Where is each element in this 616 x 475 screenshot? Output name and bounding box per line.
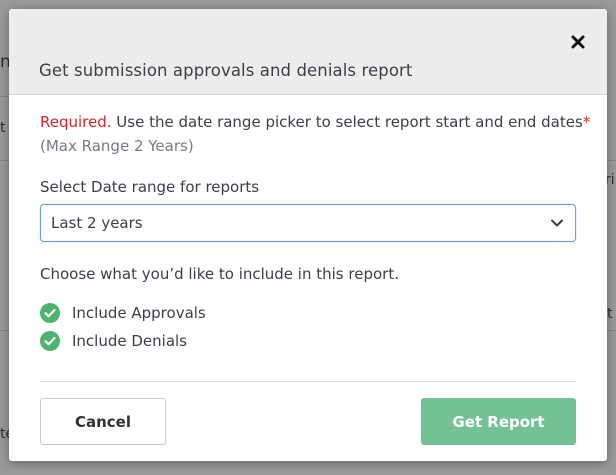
backdrop-divider [606, 330, 616, 331]
include-denials-label: Include Denials [72, 332, 187, 350]
close-icon [571, 35, 585, 49]
date-range-label: Select Date range for reports [40, 178, 260, 196]
modal-title: Get submission approvals and denials rep… [39, 61, 413, 80]
report-modal: Get submission approvals and denials rep… [9, 9, 607, 461]
backdrop-text-fragment: t [607, 306, 613, 322]
required-notice: Required. Use the date range picker to s… [40, 113, 590, 131]
get-report-button[interactable]: Get Report [421, 398, 576, 445]
required-text: Use the date range picker to select repo… [111, 113, 583, 131]
backdrop-divider [606, 160, 616, 161]
check-circle-icon [40, 303, 60, 323]
required-asterisk: * [582, 113, 591, 131]
date-range-select[interactable]: Last 2 years [40, 204, 576, 242]
modal-header: Get submission approvals and denials rep… [9, 9, 607, 95]
check-circle-icon [40, 331, 60, 351]
include-approvals-checkbox[interactable]: Include Approvals [40, 303, 206, 323]
footer-divider [40, 381, 576, 382]
backdrop-text-fragment: t [0, 120, 6, 136]
close-button[interactable] [569, 33, 587, 51]
include-approvals-label: Include Approvals [72, 304, 206, 322]
required-prefix: Required. [40, 113, 112, 131]
max-range-note: (Max Range 2 Years) [40, 137, 194, 155]
include-heading: Choose what you’d like to include in thi… [40, 265, 399, 283]
cancel-button[interactable]: Cancel [40, 398, 166, 445]
include-denials-checkbox[interactable]: Include Denials [40, 331, 187, 351]
chevron-down-icon [551, 219, 563, 227]
date-range-value: Last 2 years [51, 214, 143, 232]
